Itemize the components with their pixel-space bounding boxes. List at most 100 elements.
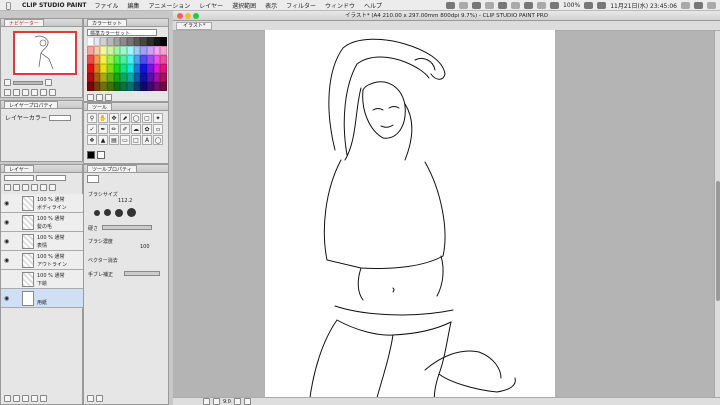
- color-swatch[interactable]: [93, 37, 101, 46]
- pen-tool-icon[interactable]: ✒: [98, 124, 108, 134]
- siri-icon[interactable]: [694, 2, 703, 9]
- object-tool-icon[interactable]: ⬈: [120, 113, 130, 123]
- vertical-scroll-thumb[interactable]: [716, 181, 720, 301]
- tab-layer[interactable]: レイヤー: [4, 165, 34, 173]
- rotate-left-button[interactable]: [22, 89, 29, 96]
- color-swatch[interactable]: [146, 73, 154, 82]
- color-swatch[interactable]: [100, 64, 107, 73]
- stabilizer-slider[interactable]: [124, 271, 160, 276]
- zoom-tool-icon[interactable]: ⚲: [87, 113, 97, 123]
- flip-horizontal-button[interactable]: [40, 89, 47, 96]
- apple-icon[interactable]: : [6, 1, 16, 10]
- layer-row[interactable]: ◉ 100 % 通常 髪の毛: [1, 213, 84, 232]
- gradient-tool-icon[interactable]: ▤: [109, 135, 119, 145]
- tab-colorset[interactable]: カラーセット: [87, 19, 128, 27]
- color-swatch[interactable]: [133, 82, 141, 91]
- canvas-paper[interactable]: [265, 30, 555, 405]
- tab-layer-property[interactable]: レイヤープロパティ: [4, 101, 59, 109]
- color-swatch[interactable]: [153, 55, 161, 64]
- rotate-right-button[interactable]: [31, 89, 38, 96]
- brush-preset-dot[interactable]: [104, 209, 111, 216]
- brush-preset-dot[interactable]: [94, 209, 100, 216]
- mask-button[interactable]: [40, 184, 47, 191]
- tab-illustration[interactable]: イラスト*: [176, 22, 213, 30]
- opacity-slider[interactable]: [36, 175, 66, 181]
- color-swatch[interactable]: [140, 73, 147, 82]
- color-swatch[interactable]: [93, 46, 101, 55]
- color-swatch[interactable]: [153, 46, 161, 55]
- tray-wifi-icon[interactable]: [537, 2, 547, 9]
- menu-window[interactable]: ウィンドウ: [325, 1, 355, 10]
- color-swatch[interactable]: [140, 46, 147, 55]
- text-tool-icon[interactable]: A: [142, 135, 152, 145]
- color-swatch[interactable]: [87, 82, 94, 91]
- color-swatch[interactable]: [120, 46, 127, 55]
- magic-wand-icon[interactable]: ✦: [153, 113, 163, 123]
- tray-evernote-icon[interactable]: [498, 2, 508, 9]
- color-swatch[interactable]: [126, 55, 134, 64]
- fill-tool-icon[interactable]: ▲: [98, 135, 108, 145]
- color-swatch[interactable]: [100, 55, 107, 64]
- new-vector-layer-button[interactable]: [13, 395, 20, 402]
- menu-animation[interactable]: アニメーション: [149, 1, 191, 10]
- blend-mode-select[interactable]: [4, 175, 34, 181]
- color-swatch[interactable]: [120, 64, 127, 73]
- move-tool-icon[interactable]: ✥: [109, 113, 119, 123]
- color-swatch[interactable]: [106, 64, 114, 73]
- color-swatch[interactable]: [106, 82, 114, 91]
- zoom-slider[interactable]: [13, 80, 43, 85]
- zoom-in-status-button[interactable]: [213, 398, 220, 405]
- delete-layer-button[interactable]: [40, 395, 47, 402]
- balloon-tool-icon[interactable]: ◯: [153, 135, 163, 145]
- tab-tool-property[interactable]: ツールプロパティ: [87, 165, 137, 173]
- actual-size-button[interactable]: [13, 89, 20, 96]
- wrench-icon[interactable]: [96, 395, 103, 402]
- color-swatch[interactable]: [160, 55, 167, 64]
- menu-help[interactable]: ヘルプ: [364, 1, 382, 10]
- color-swatch[interactable]: [153, 37, 161, 46]
- color-swatch[interactable]: [126, 64, 134, 73]
- zoom-in-button[interactable]: [45, 79, 52, 86]
- tab-navigator[interactable]: ナビゲーター: [4, 19, 45, 27]
- app-name-menu[interactable]: CLIP STUDIO PAINT: [22, 2, 86, 9]
- color-swatch[interactable]: [160, 46, 167, 55]
- sub-color-swatch[interactable]: [97, 151, 105, 159]
- eye-icon[interactable]: ◉: [4, 257, 9, 264]
- reset-settings-button[interactable]: [87, 395, 94, 402]
- tray-volume-icon[interactable]: [550, 2, 560, 9]
- spotlight-icon[interactable]: [681, 2, 690, 9]
- color-swatch[interactable]: [140, 55, 147, 64]
- tray-bluetooth-icon[interactable]: [524, 2, 534, 9]
- color-swatch[interactable]: [140, 64, 147, 73]
- tray-b-icon[interactable]: [485, 2, 495, 9]
- color-swatch[interactable]: [93, 73, 101, 82]
- eye-icon[interactable]: ◉: [4, 295, 9, 302]
- layer-row[interactable]: ◉ 100 % 通常 表情: [1, 232, 84, 251]
- color-swatch[interactable]: [146, 37, 154, 46]
- lock-transparency-button[interactable]: [31, 184, 38, 191]
- colorset-remove-button[interactable]: [96, 94, 103, 101]
- blend-tool-icon[interactable]: ❖: [87, 135, 97, 145]
- colorset-select[interactable]: 標準カラーセット: [87, 29, 157, 37]
- fit-button[interactable]: [4, 89, 11, 96]
- lasso-tool-icon[interactable]: ◯: [131, 113, 141, 123]
- color-swatch[interactable]: [120, 82, 127, 91]
- menu-file[interactable]: ファイル: [94, 1, 118, 10]
- color-swatch[interactable]: [113, 82, 121, 91]
- layer-row[interactable]: 100 % 通常 下絵: [1, 270, 84, 289]
- color-swatch[interactable]: [133, 64, 141, 73]
- color-swatch[interactable]: [106, 46, 114, 55]
- vertical-scrollbar[interactable]: [714, 31, 720, 397]
- color-swatch[interactable]: [120, 55, 127, 64]
- pencil-tool-icon[interactable]: ✏: [109, 124, 119, 134]
- decoration-tool-icon[interactable]: ✿: [142, 124, 152, 134]
- brush-preset-dot[interactable]: [115, 208, 123, 217]
- color-swatch[interactable]: [93, 55, 101, 64]
- color-swatch[interactable]: [126, 37, 134, 46]
- color-swatch[interactable]: [120, 73, 127, 82]
- flip-vertical-button[interactable]: [49, 89, 56, 96]
- eyedropper-icon[interactable]: ✓: [87, 124, 97, 134]
- color-swatch[interactable]: [126, 73, 134, 82]
- color-swatch[interactable]: [113, 64, 121, 73]
- color-swatch[interactable]: [146, 55, 154, 64]
